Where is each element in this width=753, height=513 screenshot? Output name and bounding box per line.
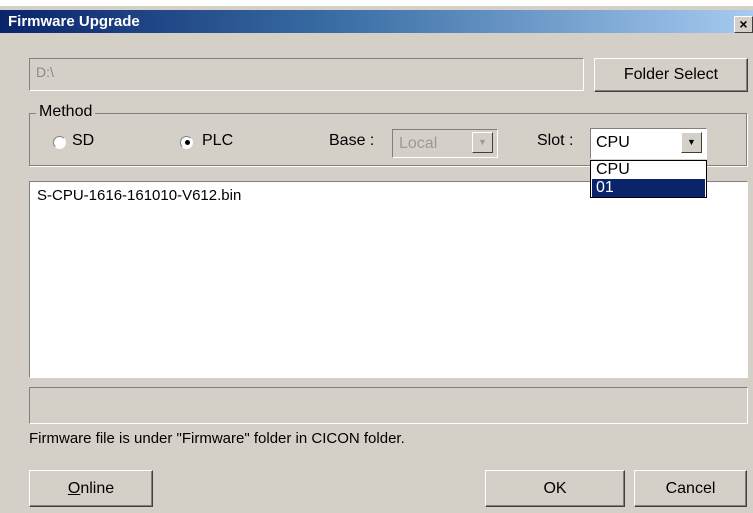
sd-radio[interactable] <box>53 136 66 149</box>
folder-select-button[interactable]: Folder Select <box>594 58 748 92</box>
slot-dropdown-button[interactable]: ▼ <box>681 132 702 153</box>
radio-selected-dot <box>185 140 190 145</box>
sd-radio-label[interactable]: SD <box>72 132 94 150</box>
firmware-folder-note: Firmware file is under "Firmware" folder… <box>29 430 405 447</box>
online-button[interactable]: Online <box>29 470 153 507</box>
progress-status-box <box>29 387 748 424</box>
folder-path-field[interactable] <box>29 58 584 91</box>
slot-label: Slot : <box>537 132 574 149</box>
base-value: Local <box>399 135 438 152</box>
slot-option-cpu[interactable]: CPU <box>592 161 705 179</box>
close-button[interactable]: × <box>734 16 753 33</box>
base-dropdown-button: ▼ <box>472 132 493 153</box>
list-item[interactable]: S-CPU-1616-161010-V612.bin <box>37 187 241 204</box>
close-icon: × <box>739 16 748 32</box>
slot-value: CPU <box>596 134 630 151</box>
firmware-file-list[interactable] <box>29 181 748 378</box>
base-label: Base : <box>329 132 375 149</box>
slot-option-01[interactable]: 01 <box>592 179 705 197</box>
folder-path-value: D:\ <box>36 64 54 80</box>
triangle-down-icon: ▼ <box>478 137 487 147</box>
plc-radio-label[interactable]: PLC <box>202 132 233 150</box>
method-group-label: Method <box>36 103 96 121</box>
slot-dropdown-list[interactable]: CPU 01 <box>590 160 707 198</box>
triangle-down-icon: ▼ <box>687 137 696 147</box>
online-button-label: Online <box>67 480 115 497</box>
window-title: Firmware Upgrade <box>8 13 140 30</box>
plc-radio[interactable] <box>180 136 193 149</box>
cancel-button[interactable]: Cancel <box>634 470 747 507</box>
ok-button[interactable]: OK <box>485 470 625 507</box>
